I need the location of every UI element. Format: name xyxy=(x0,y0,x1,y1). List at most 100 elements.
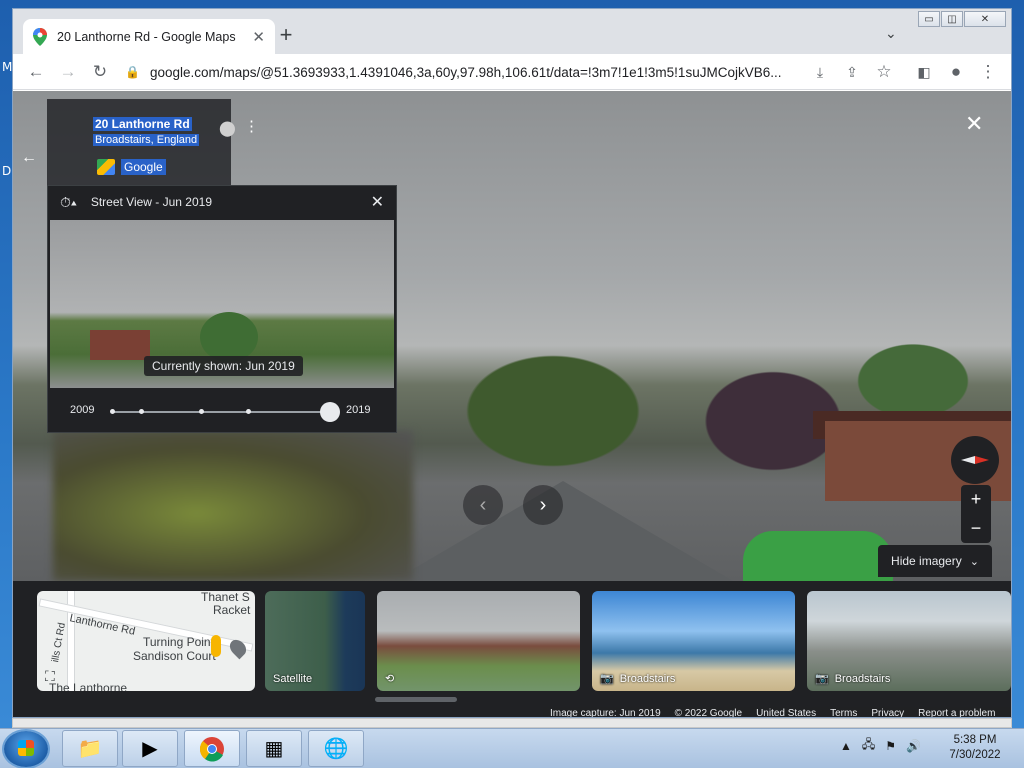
time-panel-title: Street View - Jun 2019 xyxy=(90,195,212,209)
slider-end-year: 2019 xyxy=(346,404,371,416)
taskbar-explorer[interactable]: 📁 xyxy=(62,730,118,767)
tab-search-chevron-icon[interactable]: ⌄ xyxy=(885,25,897,42)
clock[interactable]: 5:38 PM 7/30/2022 xyxy=(940,733,1010,763)
slider-tick[interactable] xyxy=(246,409,251,414)
side-panel-icon[interactable]: ◧ xyxy=(913,61,935,83)
history-clock-icon[interactable]: ⏱▴ xyxy=(60,194,77,211)
google-maps-logo-icon xyxy=(97,159,115,175)
install-app-icon[interactable]: ⤓ xyxy=(809,61,831,83)
slider-tick[interactable] xyxy=(139,409,144,414)
photo-label: 📷 Broadstairs xyxy=(815,672,891,686)
slider-start-year: 2009 xyxy=(70,404,95,416)
region-link[interactable]: United States xyxy=(749,707,823,717)
minimize-button[interactable]: ▭ xyxy=(918,11,940,27)
media-player-icon: ▶ xyxy=(142,738,158,760)
strip-scrollbar[interactable] xyxy=(375,697,457,702)
tab-google-maps[interactable]: 20 Lanthorne Rd - Google Maps ✕ xyxy=(23,19,275,54)
satellite-label: Satellite xyxy=(273,673,313,685)
menu-kebab-icon[interactable]: ⋮ xyxy=(977,61,999,83)
close-street-view-icon[interactable]: ✕ xyxy=(965,111,983,137)
clock-date: 7/30/2022 xyxy=(949,749,1001,761)
maximize-button[interactable]: ◫ xyxy=(941,11,963,27)
share-icon[interactable]: ⇪ xyxy=(841,61,863,83)
taskbar-control-panel[interactable]: ▦ xyxy=(246,730,302,767)
taskbar-chrome[interactable] xyxy=(184,730,240,767)
window-close-button[interactable]: ✕ xyxy=(964,11,1006,27)
year-slider[interactable]: 2009 2019 xyxy=(48,392,396,432)
desktop-letter-m: M xyxy=(2,60,13,74)
tab-title: 20 Lanthorne Rd - Google Maps xyxy=(57,29,236,44)
map-label: Turning Point xyxy=(143,635,214,649)
google-maps-pin-icon xyxy=(33,27,47,46)
place-title[interactable]: 20 Lanthorne Rd xyxy=(93,117,192,131)
volume-icon[interactable]: 🔊 xyxy=(906,739,921,753)
zoom-controls: + − xyxy=(961,485,991,543)
taskbar-network[interactable]: 🌐 xyxy=(308,730,364,767)
map-label: Racket xyxy=(213,603,251,617)
more-options-icon[interactable]: ⋮ xyxy=(244,117,259,135)
bookmark-star-icon[interactable]: ☆ xyxy=(873,61,895,83)
slider-track[interactable] xyxy=(112,411,332,413)
street-view-thumbnail[interactable]: ⟲ xyxy=(377,591,580,691)
panorama-360-icon: ⟲ xyxy=(385,673,395,685)
map-thumbnail[interactable]: Thanet S Racket Lanthorne Rd Turning Poi… xyxy=(37,591,255,691)
back-icon[interactable]: ← xyxy=(25,61,47,83)
window-controls: ▭ ◫ ✕ xyxy=(917,11,1006,27)
system-tray: ▲ 🖧 ⚑ 🔊 xyxy=(840,735,921,756)
terms-link[interactable]: Terms xyxy=(823,707,864,717)
photo-label-text: Broadstairs xyxy=(834,672,891,685)
time-panel-preview[interactable]: Currently shown: Jun 2019 xyxy=(50,220,394,388)
location-pin-icon[interactable]: ⬤ xyxy=(219,119,236,137)
chrome-window: 20 Lanthorne Rd - Google Maps ✕ + ⌄ ▭ ◫ … xyxy=(12,8,1012,718)
fullscreen-icon[interactable]: ⛶ xyxy=(45,668,55,685)
time-panel-header: ⏱▴ Street View - Jun 2019 ✕ xyxy=(48,186,396,218)
photo-thumbnail-cliff[interactable]: 📷 Broadstairs xyxy=(807,591,1011,691)
back-arrow-icon[interactable]: ← xyxy=(21,149,37,167)
preview-tree xyxy=(200,312,258,362)
address-bar[interactable]: 🔒 google.com/maps/@51.3693933,1.4391046,… xyxy=(125,58,835,86)
hide-imagery-button[interactable]: Hide imagery ⌄ xyxy=(878,545,992,577)
tab-bar: 20 Lanthorne Rd - Google Maps ✕ + ⌄ ▭ ◫ … xyxy=(13,9,1011,54)
taskbar-media-player[interactable]: ▶ xyxy=(122,730,178,767)
camera-icon: 📷 xyxy=(600,673,614,685)
time-panel-close-icon[interactable]: ✕ xyxy=(371,192,384,212)
new-tab-button[interactable]: + xyxy=(275,23,297,47)
satellite-thumbnail[interactable]: Satellite xyxy=(265,591,365,691)
forward-icon[interactable]: → xyxy=(57,61,79,83)
report-problem-link[interactable]: Report a problem xyxy=(911,707,1002,717)
preview-house xyxy=(90,330,150,360)
desktop-letter-d: D xyxy=(2,164,12,178)
window-horizontal-scrollbar[interactable] xyxy=(12,718,1012,728)
imagery-strip: Thanet S Racket Lanthorne Rd Turning Poi… xyxy=(13,581,1011,717)
reload-icon[interactable]: ↻ xyxy=(89,61,111,83)
folder-icon: 📁 xyxy=(77,738,103,760)
start-button[interactable] xyxy=(4,731,48,767)
nav-prev-icon[interactable]: ‹ xyxy=(463,485,503,525)
nav-next-icon[interactable]: › xyxy=(523,485,563,525)
image-capture-date: Image capture: Jun 2019 xyxy=(550,708,661,717)
tab-close-icon[interactable]: ✕ xyxy=(252,28,265,46)
slider-tick[interactable] xyxy=(199,409,204,414)
map-label: ills Ct Rd xyxy=(50,621,68,664)
currently-shown-tooltip: Currently shown: Jun 2019 xyxy=(144,356,303,376)
map-label: Sandison Court xyxy=(133,649,216,663)
street-view-content: ← 20 Lanthorne Rd Broadstairs, England ⬤… xyxy=(13,91,1011,717)
action-center-icon[interactable]: ⚑ xyxy=(885,739,896,753)
privacy-link[interactable]: Privacy xyxy=(864,707,911,717)
network-status-icon[interactable]: 🖧 xyxy=(862,735,875,756)
camera-icon: 📷 xyxy=(815,673,829,685)
network-icon: 🌐 xyxy=(323,738,349,760)
zoom-in-button[interactable]: + xyxy=(961,485,991,514)
map-footer: Image capture: Jun 2019 © 2022 Google Un… xyxy=(543,707,1011,717)
lock-icon[interactable]: 🔒 xyxy=(125,65,140,79)
photo-label: 📷 Broadstairs xyxy=(600,672,675,686)
slider-tick[interactable] xyxy=(110,409,115,414)
compass-icon[interactable] xyxy=(951,436,999,484)
map-label: The Lanthorne xyxy=(49,681,128,691)
zoom-out-button[interactable]: − xyxy=(961,514,991,543)
profile-avatar-icon[interactable]: ● xyxy=(945,61,967,83)
show-hidden-icons-icon[interactable]: ▲ xyxy=(840,739,852,753)
photo-thumbnail-beach[interactable]: 📷 Broadstairs xyxy=(592,591,795,691)
slider-thumb[interactable] xyxy=(320,402,340,422)
chrome-icon xyxy=(199,736,224,762)
